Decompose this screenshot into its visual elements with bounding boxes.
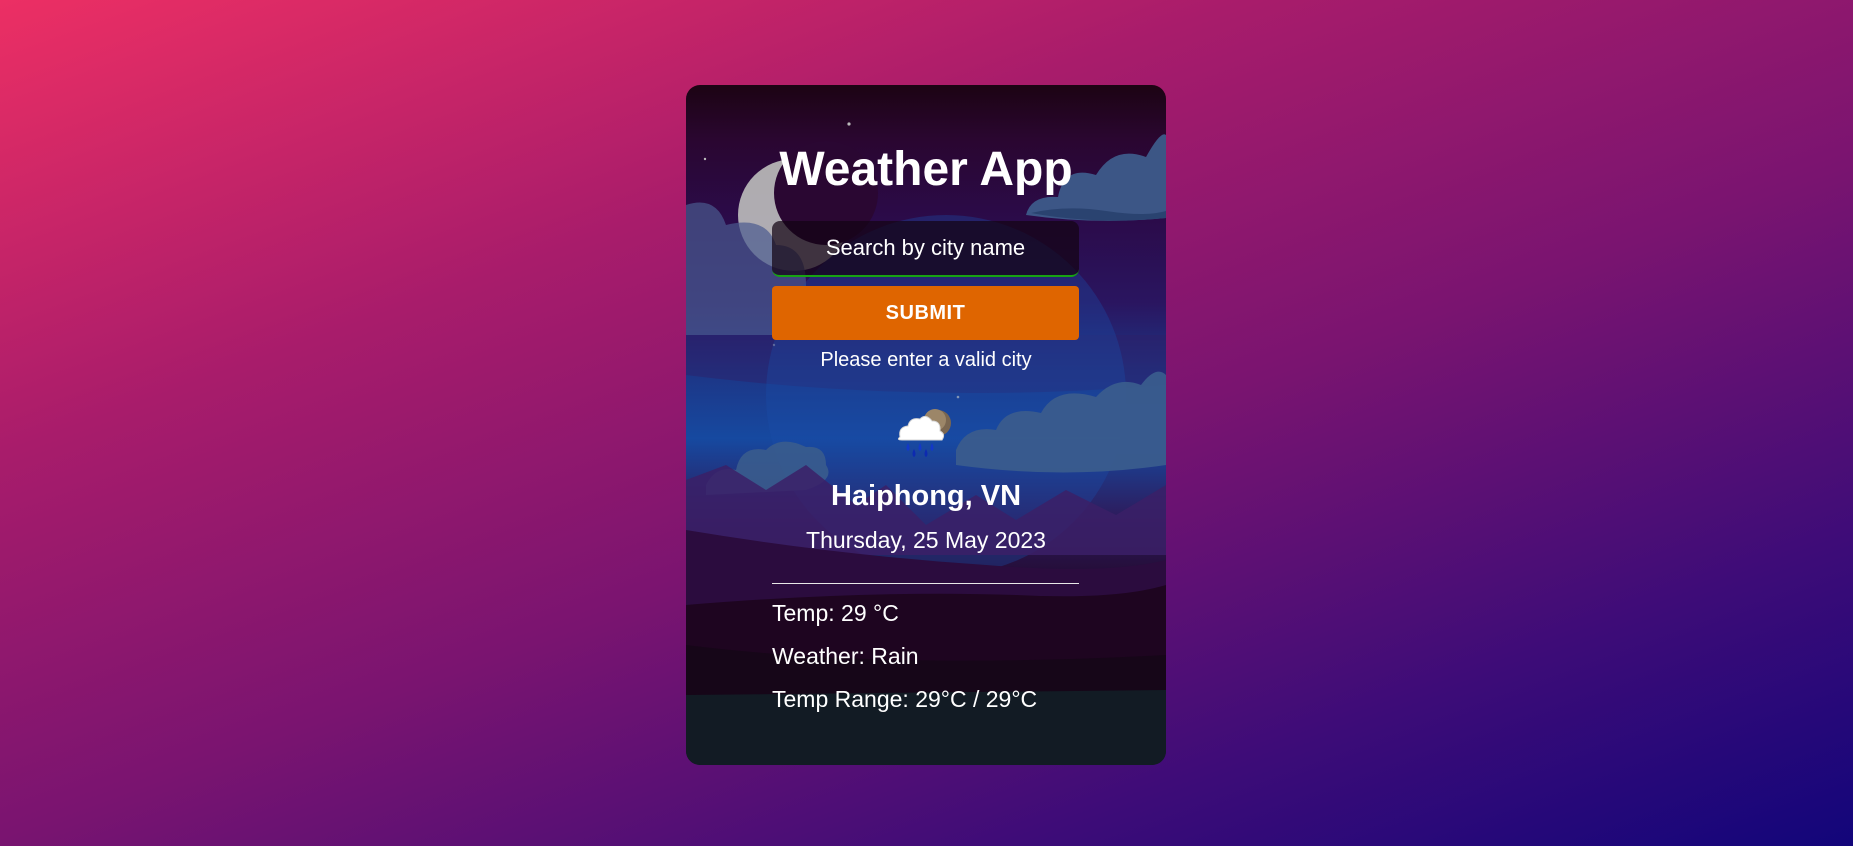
temperature-range: Temp Range: 29°C / 29°C <box>772 686 1038 712</box>
location-name: Haiphong, VN <box>830 480 1022 512</box>
search-input[interactable] <box>772 221 1079 277</box>
temperature: Temp: 29 °C <box>772 600 899 626</box>
submit-button[interactable]: SUBMIT <box>772 286 1079 340</box>
weather-card: Weather App SUBMIT Please enter a valid … <box>686 85 1166 765</box>
weather-content: Weather App SUBMIT Please enter a valid … <box>686 85 1166 765</box>
app-title: Weather App <box>779 143 1073 196</box>
current-date: Thursday, 25 May 2023 <box>806 527 1046 553</box>
rain-cloud-moon-icon <box>897 409 951 457</box>
error-message: Please enter a valid city <box>820 349 1032 371</box>
weather-condition: Weather: Rain <box>772 643 919 669</box>
divider <box>772 583 1079 584</box>
